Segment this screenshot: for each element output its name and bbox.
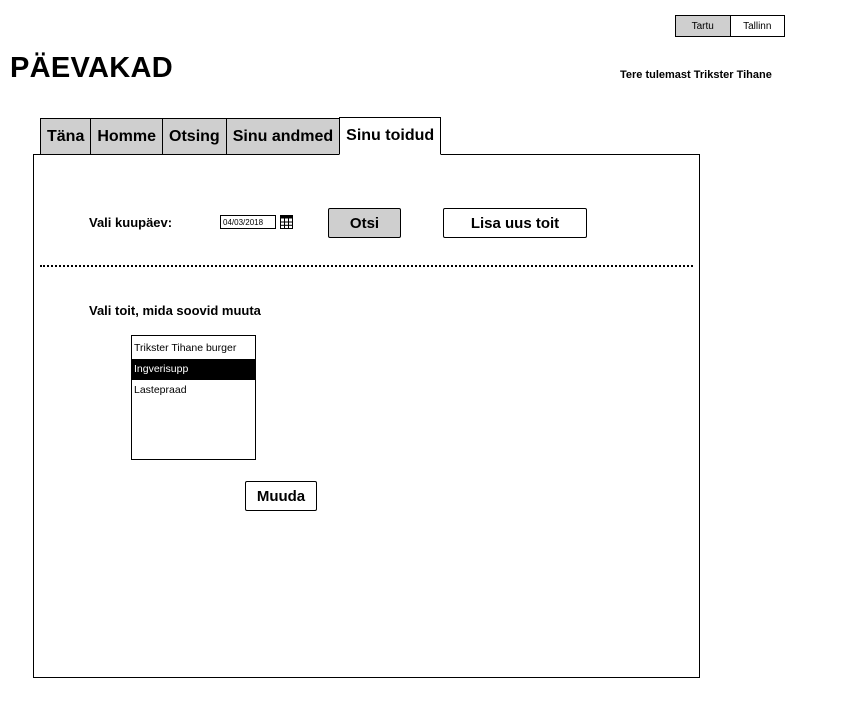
tab-your-foods[interactable]: Sinu toidud — [339, 117, 442, 155]
change-button[interactable]: Muuda — [245, 481, 317, 511]
food-item-kids-dish[interactable]: Lastepraad — [132, 380, 255, 401]
city-option-tallinn[interactable]: Tallinn — [731, 16, 785, 36]
tab-bar: Täna Homme Otsing Sinu andmed Sinu toidu… — [40, 117, 442, 155]
tab-search[interactable]: Otsing — [162, 118, 226, 155]
divider — [40, 265, 693, 267]
date-label: Vali kuupäev: — [89, 215, 173, 230]
search-button[interactable]: Otsi — [328, 208, 401, 238]
app-title: PÄEVAKAD — [10, 52, 173, 84]
food-item-burger[interactable]: Trikster Tihane burger — [132, 338, 255, 359]
food-list[interactable]: Trikster Tihane burger Ingverisupp Laste… — [131, 335, 256, 460]
food-select-label: Vali toit, mida soovid muuta — [89, 303, 261, 318]
date-input[interactable] — [220, 215, 276, 229]
city-toggle: Tartu Tallinn — [675, 15, 785, 37]
city-option-tartu[interactable]: Tartu — [676, 16, 731, 36]
tab-today[interactable]: Täna — [40, 118, 91, 155]
tab-tomorrow[interactable]: Homme — [90, 118, 163, 155]
calendar-icon[interactable] — [280, 215, 293, 229]
add-new-food-button[interactable]: Lisa uus toit — [443, 208, 587, 238]
welcome-message: Tere tulemast Trikster Tihane — [620, 69, 772, 81]
tab-your-data[interactable]: Sinu andmed — [225, 118, 340, 155]
food-item-ginger-soup[interactable]: Ingverisupp — [132, 359, 255, 380]
